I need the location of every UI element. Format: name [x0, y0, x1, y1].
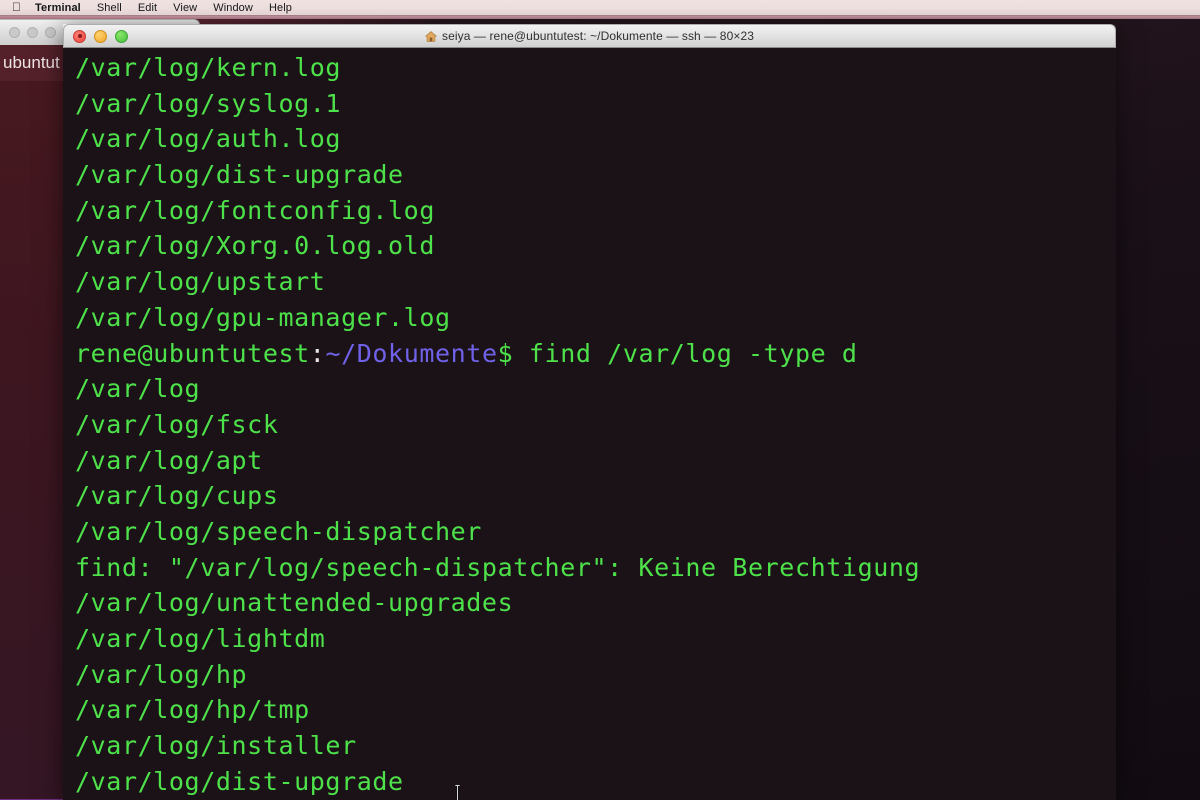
menu-item-window[interactable]: Window [213, 2, 253, 14]
terminal-output-line: /var/log/lightdm [75, 624, 326, 653]
terminal-output-line: /var/log/fsck [75, 409, 279, 439]
bg-close-icon[interactable] [9, 27, 20, 38]
i-beam-cursor-icon [453, 783, 462, 800]
terminal-output-line: /var/log/installer [75, 731, 357, 761]
window-controls [64, 25, 128, 47]
terminal-titlebar[interactable]: seiya — rene@ubuntutest: ~/Dokumente — s… [63, 24, 1116, 48]
menu-item-view[interactable]: View [173, 2, 197, 14]
minimize-button[interactable] [94, 29, 107, 43]
terminal-output-line: /var/log [75, 374, 201, 404]
menu-bar-underline [0, 15, 1200, 19]
prompt-user-host: rene@ubuntutest [75, 338, 310, 368]
prompt-command: $ find /var/log -type d [497, 338, 858, 368]
menu-item-terminal[interactable]: Terminal [35, 2, 81, 14]
terminal-output-line: /var/log/dist-upgrade [75, 766, 404, 796]
close-icon [77, 34, 82, 38]
terminal-output-line: /var/log/dist-upgrade [75, 160, 404, 190]
terminal-output-line: /var/log/apt [75, 445, 263, 475]
terminal-output-line: find: "/var/log/speech-dispatcher": Kein… [75, 552, 921, 582]
terminal-output-line: /var/log/auth.log [75, 124, 342, 154]
menu-item-edit[interactable]: Edit [138, 2, 157, 14]
terminal-output-line: /var/log/fontconfig.log [75, 195, 435, 225]
terminal-output-area[interactable]: /var/log/kern.log/var/log/syslog.1/var/l… [63, 48, 1116, 800]
apple-logo-icon[interactable]:  [12, 1, 21, 13]
close-button[interactable] [73, 29, 86, 43]
terminal-output-line: /var/log/syslog.1 [75, 88, 342, 118]
terminal-output-line: /var/log/Xorg.0.log.old [75, 231, 435, 261]
menu-item-help[interactable]: Help [269, 2, 292, 14]
terminal-output-line: /var/log/gpu-manager.log [75, 302, 451, 332]
terminal-output-line: /var/log/speech-dispatcher [75, 516, 482, 546]
home-icon [424, 30, 438, 42]
terminal-title-text: seiya — rene@ubuntutest: ~/Dokumente — s… [441, 29, 754, 43]
background-window-tab-label: ubuntut [3, 53, 60, 72]
zoom-button[interactable] [115, 29, 128, 43]
menu-item-shell[interactable]: Shell [97, 2, 122, 14]
prompt-separator: : [309, 338, 326, 368]
terminal-title: seiya — rene@ubuntutest: ~/Dokumente — s… [64, 29, 1115, 43]
menu-bar[interactable]:  Terminal Shell Edit View Window Help [0, 0, 1200, 15]
terminal-output-line: /var/log/cups [75, 481, 279, 511]
terminal-window[interactable]: seiya — rene@ubuntutest: ~/Dokumente — s… [63, 24, 1116, 800]
terminal-output-line: /var/log/hp/tmp [75, 695, 310, 725]
bg-minimize-icon[interactable] [27, 27, 38, 38]
prompt-path: ~/Dokumente [325, 338, 498, 368]
terminal-output-line: /var/log/kern.log [75, 53, 342, 82]
terminal-output-line: /var/log/unattended-upgrades [75, 588, 514, 618]
desktop-screen: ubuntut seiya — rene@ubuntutest: ~/Dokum… [0, 0, 1200, 800]
bg-zoom-icon[interactable] [45, 27, 56, 38]
terminal-output-line: /var/log/hp [75, 659, 248, 689]
terminal-output-line: /var/log/upstart [75, 267, 326, 297]
terminal-prompt-line: rene@ubuntutest:~/Dokumente$ find /var/l… [75, 336, 1116, 372]
